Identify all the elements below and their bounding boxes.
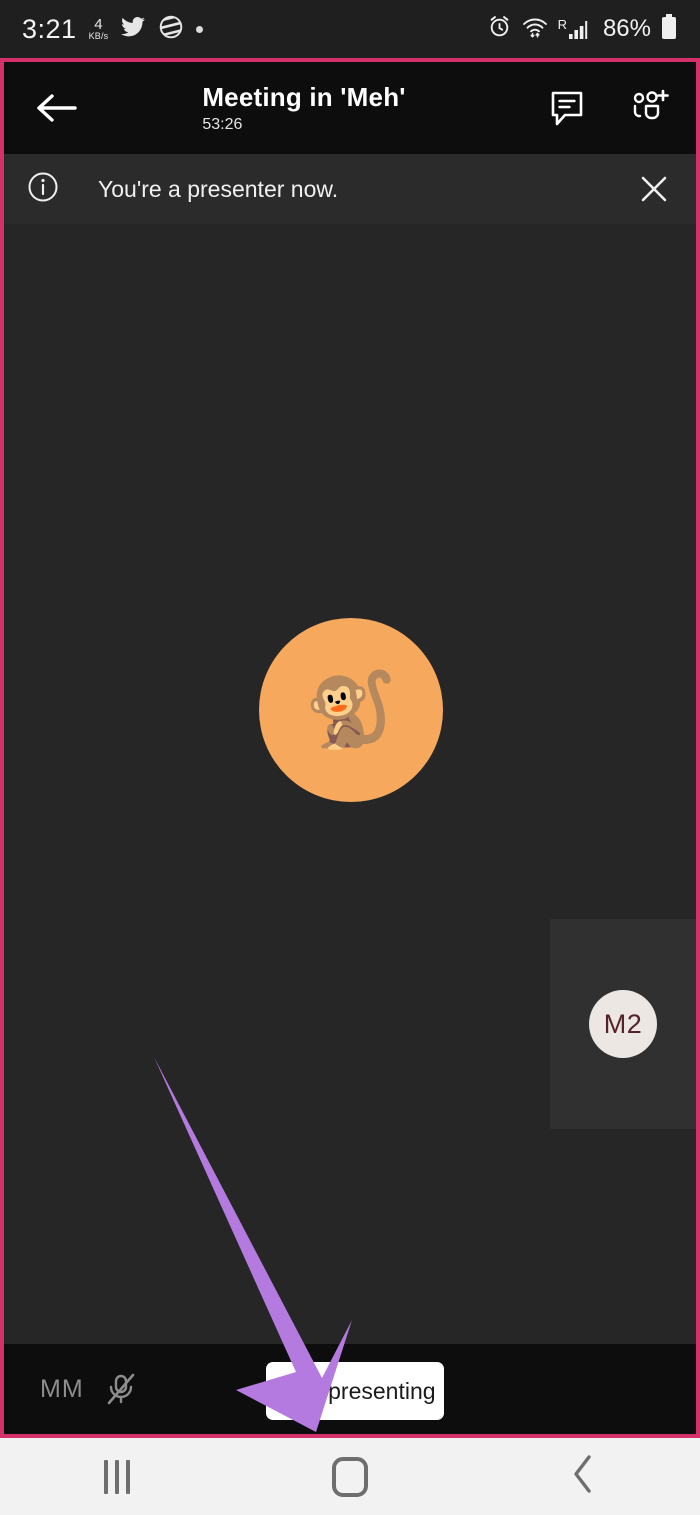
recents-button[interactable] bbox=[72, 1447, 162, 1507]
header-actions bbox=[544, 85, 672, 131]
stop-presenting-button[interactable]: Stop presenting bbox=[266, 1362, 444, 1420]
android-nav-bar bbox=[0, 1438, 700, 1515]
twitter-bird-icon bbox=[120, 14, 146, 45]
avatar: M2 bbox=[589, 990, 657, 1058]
participant-thumbnail[interactable]: M2 bbox=[550, 919, 696, 1129]
monkey-emoji-icon: 🐒 bbox=[304, 668, 398, 751]
meeting-header: Meeting in 'Meh' 53:26 bbox=[4, 62, 696, 154]
network-speed-unit: KB/s bbox=[88, 31, 109, 41]
info-circle-icon bbox=[26, 170, 60, 209]
presenter-avatar: 🐒 bbox=[259, 618, 443, 802]
battery-percent: 86% bbox=[602, 15, 651, 42]
banner-message: You're a presenter now. bbox=[98, 175, 339, 202]
home-button[interactable] bbox=[305, 1447, 395, 1507]
meeting-duration: 53:26 bbox=[202, 116, 243, 133]
meeting-title-block: Meeting in 'Meh' 53:26 bbox=[74, 82, 534, 134]
screenshot-root: 3:21 4 KB/s R 86% Meeting in 'Meh' 53:26… bbox=[0, 0, 700, 1515]
striped-ball-icon bbox=[158, 14, 184, 45]
alarm-clock-icon bbox=[487, 14, 512, 44]
self-initials: MM bbox=[40, 1374, 84, 1403]
roaming-label: R bbox=[557, 17, 567, 32]
battery-icon bbox=[660, 13, 678, 46]
wifi-updown-icon bbox=[521, 14, 549, 44]
teams-meeting-app: Meeting in 'Meh' 53:26 You're a presente… bbox=[4, 62, 696, 1434]
home-icon bbox=[331, 1456, 368, 1497]
network-speed-value: 4 bbox=[94, 16, 103, 33]
meeting-stage: 🐒 M2 bbox=[4, 224, 696, 1434]
clock: 3:21 bbox=[22, 13, 77, 44]
signal-bars-icon: R bbox=[558, 17, 594, 41]
back-chevron-icon bbox=[568, 1452, 598, 1501]
presenter-banner: You're a presenter now. bbox=[4, 154, 696, 224]
dot-icon bbox=[196, 25, 204, 33]
avatar-initials: M2 bbox=[603, 1008, 643, 1039]
page-title: Meeting in 'Meh' bbox=[202, 82, 406, 112]
close-x-icon[interactable] bbox=[634, 169, 674, 209]
back-button[interactable] bbox=[538, 1447, 628, 1507]
chat-bubble-icon[interactable] bbox=[544, 85, 590, 131]
network-speed-indicator: 4 KB/s bbox=[89, 17, 109, 41]
recents-icon bbox=[103, 1459, 130, 1494]
android-status-bar: 3:21 4 KB/s R 86% bbox=[0, 0, 700, 58]
status-bar-right: R 86% bbox=[487, 13, 678, 46]
status-bar-left: 3:21 4 KB/s bbox=[22, 13, 204, 45]
screenshot-frame: Meeting in 'Meh' 53:26 You're a presente… bbox=[0, 58, 700, 1438]
add-participants-icon[interactable] bbox=[626, 85, 672, 131]
mic-off-icon bbox=[102, 1370, 140, 1408]
stop-presenting-label: Stop presenting bbox=[274, 1377, 436, 1404]
